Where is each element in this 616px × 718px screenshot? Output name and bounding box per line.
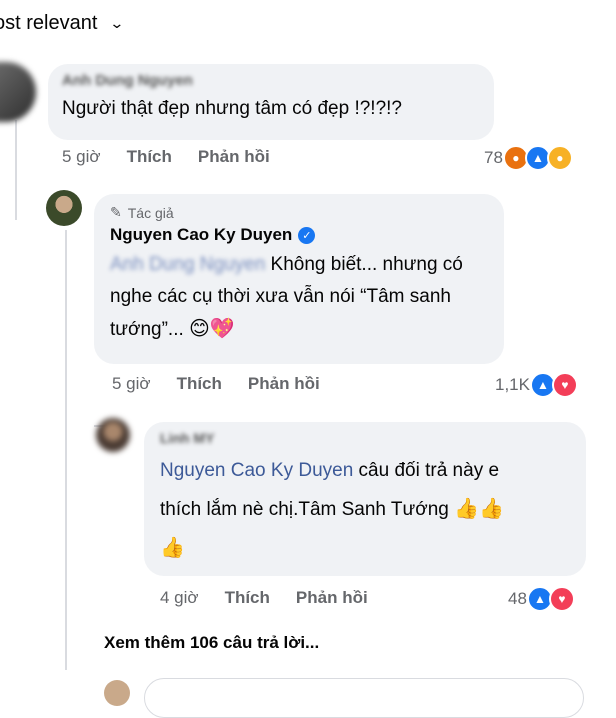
comment-bubble: Anh Dung Nguyen Người thật đẹp nhưng tâm…	[48, 64, 494, 140]
avatar	[104, 680, 130, 706]
thread-line	[15, 120, 17, 220]
avatar[interactable]	[46, 190, 82, 226]
reply-text-line: câu đối trả này e	[353, 460, 500, 481]
reply-author[interactable]: Nguyen Cao Ky Duyen ✓	[110, 225, 488, 245]
author-badge: ✎ Tác giả	[110, 204, 488, 221]
thumbs-up-emoji: 👍	[160, 537, 185, 559]
reply-text: Nguyen Cao Ky Duyen câu đối trả này e th…	[160, 452, 570, 568]
reply-time[interactable]: 4 giờ	[160, 588, 199, 608]
comment-actions: 5 giờ Thích Phản hồi	[62, 147, 270, 167]
reaction-count: 78	[484, 148, 503, 167]
reply-input-box[interactable]	[144, 678, 584, 718]
reaction-summary[interactable]: 1,1K ▲ ♥	[495, 372, 578, 398]
like-button[interactable]: Thích	[127, 147, 172, 167]
haha-reaction-icon: ●	[546, 145, 573, 171]
reply-text-line: Không biết... nhưng có	[265, 254, 463, 275]
reaction-count: 1,1K	[495, 375, 530, 394]
thumbs-up-emoji: 👍👍	[454, 498, 504, 520]
reply-text-line: nghe các cụ thời xưa vẫn nói “Tâm sanh	[110, 286, 451, 307]
reply-time[interactable]: 5 giờ	[112, 374, 151, 394]
reply-actions: 5 giờ Thích Phản hồi	[112, 374, 320, 394]
comment-time[interactable]: 5 giờ	[62, 147, 101, 167]
reaction-count: 48	[508, 589, 527, 608]
reply-text: Anh Dung Nguyen Không biết... nhưng có n…	[110, 249, 488, 346]
reply-author-name[interactable]: Nguyen Cao Ky Duyen	[110, 225, 292, 244]
avatar[interactable]	[0, 62, 36, 122]
mention-link[interactable]: Anh Dung Nguyen	[110, 254, 265, 275]
reply-author[interactable]: Linh MY	[160, 430, 570, 446]
like-button[interactable]: Thích	[177, 374, 222, 394]
love-reaction-icon: ♥	[548, 586, 575, 612]
reply-bubble: ✎ Tác giả Nguyen Cao Ky Duyen ✓ Anh Dung …	[94, 194, 504, 364]
author-badge-label: Tác giả	[127, 204, 174, 221]
comment-text: Người thật đẹp nhưng tâm có đẹp !?!?!?	[62, 98, 402, 119]
chevron-down-icon: ⌄	[109, 15, 125, 31]
thread-line	[65, 230, 67, 670]
verified-icon: ✓	[298, 227, 316, 245]
reaction-summary[interactable]: 48 ▲ ♥	[508, 586, 575, 612]
reply-text-line: tướng”...	[110, 319, 184, 340]
view-more-replies-link[interactable]: Xem thêm 106 câu trả lời...	[104, 633, 319, 653]
love-reaction-icon: ♥	[551, 372, 578, 398]
sort-dropdown[interactable]: ost relevant ⌄	[0, 12, 125, 35]
sort-label: ost relevant	[0, 12, 98, 34]
comment-author[interactable]: Anh Dung Nguyen	[62, 72, 480, 89]
reply-button[interactable]: Phản hồi	[248, 374, 320, 394]
avatar[interactable]	[96, 418, 130, 452]
mention-link[interactable]: Nguyen Cao Ky Duyen	[160, 460, 353, 481]
smile-heart-emoji: 😊💖	[189, 318, 235, 340]
reaction-summary[interactable]: 78 ● ▲ ●	[484, 145, 573, 171]
reply-button[interactable]: Phản hồi	[198, 147, 270, 167]
reply-actions: 4 giờ Thích Phản hồi	[160, 588, 368, 608]
reply-bubble: Linh MY Nguyen Cao Ky Duyen câu đối trả …	[144, 422, 586, 576]
like-button[interactable]: Thích	[225, 588, 270, 608]
reply-button[interactable]: Phản hồi	[296, 588, 368, 608]
pencil-icon: ✎	[110, 204, 122, 220]
reply-text-line: thích lắm nè chị.Tâm Sanh Tướng	[160, 499, 449, 520]
